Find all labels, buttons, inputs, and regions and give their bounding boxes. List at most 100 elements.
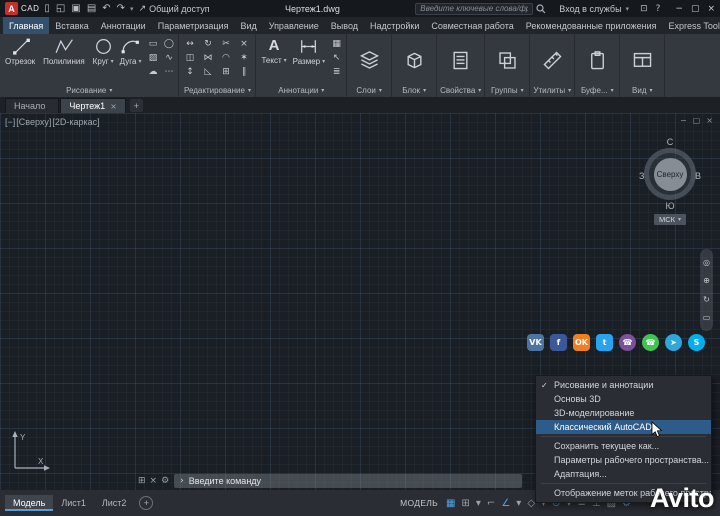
tab-close-icon[interactable]: × xyxy=(110,102,117,111)
ribbon-tab[interactable]: Рекомендованные приложения xyxy=(520,17,663,34)
ribbon-tab[interactable]: Вывод xyxy=(325,17,364,34)
mirror-icon[interactable]: ⋈ xyxy=(200,51,215,64)
window-minimize-icon[interactable]: − xyxy=(675,4,683,14)
erase-icon[interactable]: × xyxy=(236,37,251,50)
viewport-visual-style-control[interactable]: [2D-каркас] xyxy=(52,117,99,127)
layout-tab[interactable]: Лист1 xyxy=(53,495,94,511)
ribbon-tab[interactable]: Управление xyxy=(263,17,325,34)
panel-utilities[interactable]: Утилиты ▾ xyxy=(530,34,576,97)
panel-label-draw[interactable]: Рисование ▾ xyxy=(3,84,175,97)
viewport-restore-icon[interactable]: ▢ xyxy=(693,116,701,125)
ellipse-icon[interactable]: ◯ xyxy=(161,37,176,50)
viewcube-north-label[interactable]: С xyxy=(667,137,674,147)
close-commandline-icon[interactable]: × xyxy=(150,476,158,486)
share-button[interactable]: ↗ Общий доступ xyxy=(139,4,210,14)
scale-icon[interactable]: ◺ xyxy=(200,65,215,78)
window-restore-icon[interactable]: ▢ xyxy=(691,4,700,14)
viewcube-top-face[interactable]: Сверху xyxy=(653,157,687,191)
showmotion-icon[interactable]: ▭ xyxy=(703,313,711,322)
offset-icon[interactable]: ∥ xyxy=(236,65,251,78)
redo-icon[interactable]: ↷ xyxy=(117,3,125,14)
plot-icon[interactable]: ▤ xyxy=(87,3,96,14)
save-icon[interactable]: ▣ xyxy=(71,3,80,14)
viewcube-south-label[interactable]: Ю xyxy=(665,201,674,211)
array-icon[interactable]: ⊞ xyxy=(218,65,233,78)
menu-item[interactable]: Классический AutoCAD xyxy=(536,420,711,434)
ribbon-tab[interactable]: Надстройки xyxy=(364,17,425,34)
viewport-view-control[interactable]: [Сверху] xyxy=(16,117,51,127)
menu-item[interactable]: 3D-моделирование xyxy=(536,406,711,420)
hatch-icon[interactable]: ▨ xyxy=(145,51,160,64)
new-drawing-tab-button[interactable]: + xyxy=(129,99,143,112)
viewcube-west-label[interactable]: З xyxy=(639,171,644,181)
text-style-icon[interactable]: ≣ xyxy=(329,65,344,78)
panel-view[interactable]: Вид ▾ xyxy=(620,34,666,97)
file-tab[interactable]: Начало xyxy=(5,98,60,113)
viewcube-east-label[interactable]: В xyxy=(695,171,701,181)
app-store-icon[interactable]: ⊡ xyxy=(640,4,648,14)
layout-tab[interactable]: Лист2 xyxy=(94,495,135,511)
isodraft-icon[interactable]: ◇ xyxy=(527,498,535,509)
dimension-button[interactable]: Размер ▾ xyxy=(291,36,328,67)
revision-cloud-icon[interactable]: ☁ xyxy=(145,65,160,78)
viewport-minimize-control[interactable]: [−] xyxy=(5,117,15,127)
ribbon-tab[interactable]: Аннотации xyxy=(95,17,152,34)
grid-display-icon[interactable]: ▦ xyxy=(446,498,455,509)
menu-item[interactable]: Сохранить текущее как... xyxy=(536,439,711,453)
model-space-label[interactable]: МОДЕЛЬ xyxy=(400,498,438,508)
viewport-close-icon[interactable]: × xyxy=(706,116,713,125)
trim-icon[interactable]: ✂ xyxy=(218,37,233,50)
spline-icon[interactable]: ∿ xyxy=(161,51,176,64)
viewcube-ring[interactable]: Сверху xyxy=(644,148,696,200)
new-layout-button[interactable]: + xyxy=(139,496,154,510)
ribbon-tab[interactable]: Совместная работа xyxy=(425,17,519,34)
new-file-icon[interactable]: ▯ xyxy=(44,3,50,14)
command-input[interactable]: › Введите команду xyxy=(174,474,523,488)
menu-item[interactable]: Адаптация... xyxy=(536,467,711,481)
rectangle-icon[interactable]: ▭ xyxy=(145,37,160,50)
panel-label-annotate[interactable]: Аннотации ▾ xyxy=(259,84,343,97)
ribbon-tab[interactable]: Вид xyxy=(234,17,262,34)
more-draw-icon[interactable]: ⋯ xyxy=(161,65,176,78)
recent-commands-icon[interactable]: ⊞ xyxy=(138,476,146,486)
file-tab[interactable]: Чертеж1 × xyxy=(60,98,126,113)
zoom-icon[interactable]: ⊕ xyxy=(703,276,710,285)
open-folder-icon[interactable]: ◱ xyxy=(56,3,65,14)
move-icon[interactable]: ↔ xyxy=(182,37,197,50)
leader-icon[interactable]: ↖ xyxy=(329,51,344,64)
panel-groups[interactable]: Группы ▾ xyxy=(485,34,531,97)
panel-label-modify[interactable]: Редактирование ▾ xyxy=(182,84,252,97)
line-button[interactable]: Отрезок xyxy=(3,36,39,67)
menu-item[interactable]: Параметры рабочего пространства... xyxy=(536,453,711,467)
ribbon-tab[interactable]: Главная xyxy=(3,17,50,34)
text-button[interactable]: A Текст ▾ xyxy=(259,36,288,66)
menu-item[interactable]: ✓ Рисование и аннотации xyxy=(536,378,711,392)
panel-block[interactable]: Блок ▾ xyxy=(392,34,438,97)
panel-layers[interactable]: Слои ▾ xyxy=(347,34,393,97)
circle-button[interactable]: Круг ▾ xyxy=(91,36,116,67)
explode-icon[interactable]: ✶ xyxy=(236,51,251,64)
polyline-button[interactable]: Полилиния xyxy=(41,36,89,67)
search-input[interactable] xyxy=(415,2,534,15)
fillet-icon[interactable]: ◠ xyxy=(218,51,233,64)
chevron-down-icon[interactable]: ▾ xyxy=(476,498,481,509)
chevron-down-icon[interactable]: ▾ xyxy=(130,5,134,13)
panel-clipboard[interactable]: Буфе... ▾ xyxy=(575,34,621,97)
stretch-icon[interactable]: ↕ xyxy=(182,65,197,78)
ribbon-tab[interactable]: Параметризация xyxy=(152,17,235,34)
arc-button[interactable]: Дуга ▾ xyxy=(118,36,144,67)
application-menu-button[interactable]: A CAD xyxy=(5,2,39,15)
orbit-icon[interactable]: ↻ xyxy=(703,295,710,304)
rotate-icon[interactable]: ↻ xyxy=(200,37,215,50)
search-icon[interactable] xyxy=(536,3,546,14)
window-close-icon[interactable]: × xyxy=(707,4,715,14)
ribbon-tab[interactable]: Express Tools xyxy=(663,17,720,34)
viewport-minimize-icon[interactable]: − xyxy=(680,116,687,125)
viewcube[interactable]: С З В Сверху Ю МСК ▾ xyxy=(638,137,702,225)
tools-icon[interactable]: ⚙ xyxy=(161,476,169,486)
help-icon[interactable]: ? xyxy=(656,4,661,14)
signin-menu[interactable]: Вход в службы ▾ xyxy=(559,4,629,14)
menu-item[interactable]: Основы 3D xyxy=(536,392,711,406)
panel-properties[interactable]: Свойства ▾ xyxy=(437,34,486,97)
chevron-down-icon[interactable]: ▾ xyxy=(516,498,521,509)
